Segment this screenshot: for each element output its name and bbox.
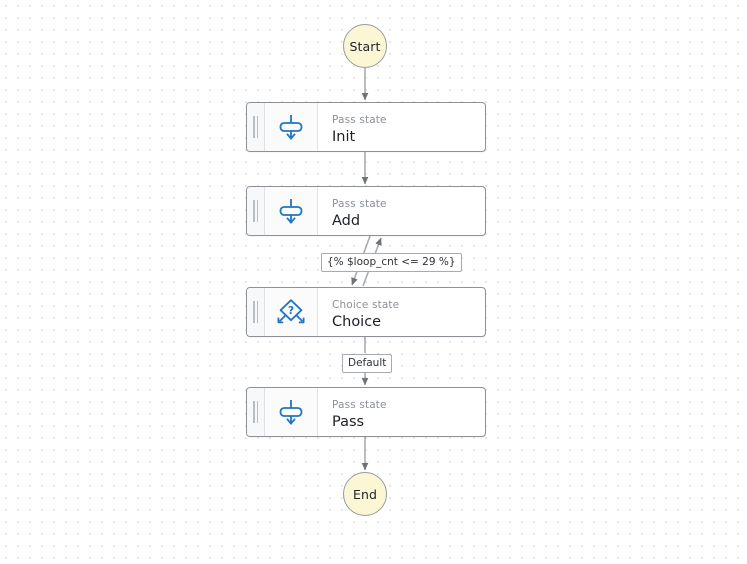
node-init[interactable]: Pass state Init [246,102,486,152]
node-start[interactable]: Start [343,24,387,68]
node-add-labels: Pass state Add [318,187,485,235]
choice-state-icon: ? [265,288,318,336]
node-add-title: Add [332,213,361,229]
pass-state-icon [265,103,318,151]
node-pass-labels: Pass state Pass [318,388,485,436]
node-init-title: Init [332,129,356,145]
drag-handle-icon[interactable] [247,187,265,235]
pass-state-icon [265,388,318,436]
node-choice-labels: Choice state Choice [318,288,485,336]
node-add[interactable]: Pass state Add [246,186,486,236]
edge-label-default[interactable]: Default [342,354,393,373]
svg-text:?: ? [288,305,294,317]
node-choice-title: Choice [332,314,382,330]
drag-handle-icon[interactable] [247,388,265,436]
node-init-kind: Pass state [332,114,387,126]
node-init-labels: Pass state Init [318,103,485,151]
node-choice[interactable]: ? Choice state Choice [246,287,486,337]
node-pass-kind: Pass state [332,399,387,411]
node-pass[interactable]: Pass state Pass [246,387,486,437]
workflow-canvas[interactable]: Start Pass state Init Pass state Add {% … [0,0,747,564]
drag-handle-icon[interactable] [247,288,265,336]
node-end-label: End [352,486,378,502]
node-add-kind: Pass state [332,198,387,210]
node-start-label: Start [349,38,381,54]
pass-state-icon [265,187,318,235]
drag-handle-icon[interactable] [247,103,265,151]
node-pass-title: Pass [332,414,365,430]
edge-label-loop-condition[interactable]: {% $loop_cnt <= 29 %} [321,253,462,272]
node-end[interactable]: End [343,472,387,516]
node-choice-kind: Choice state [332,299,400,311]
